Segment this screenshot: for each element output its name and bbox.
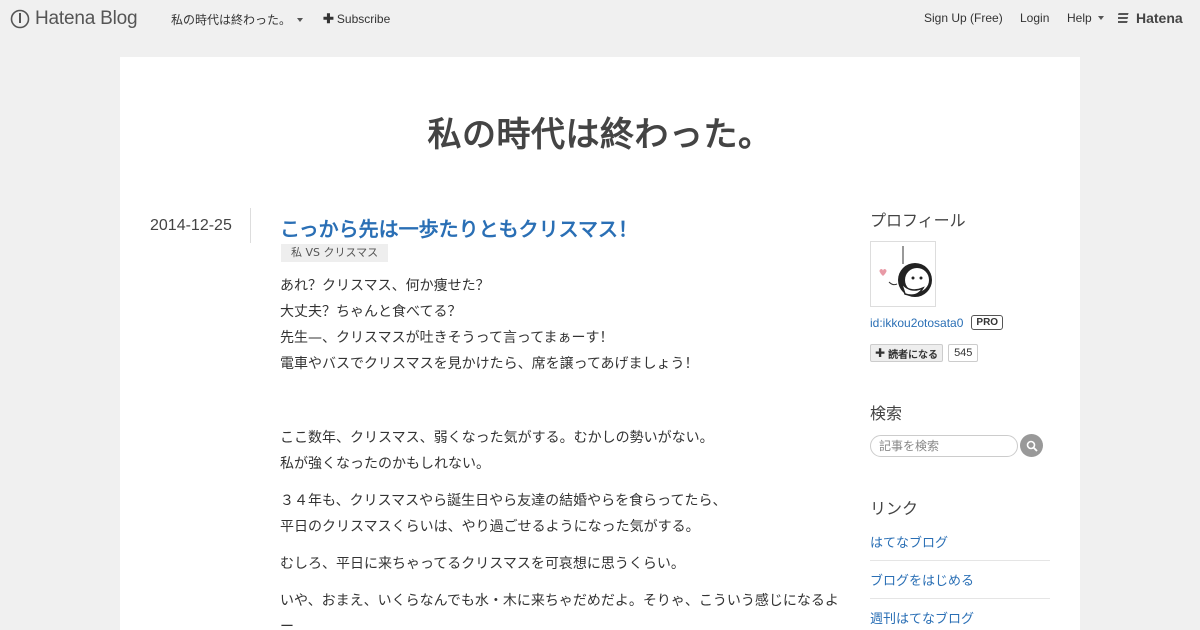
profile-id-link[interactable]: id:ikkou2otosata0 xyxy=(870,316,963,330)
entry-line: 平日のクリスマスくらいは、やり過ごせるようになった気がする。 xyxy=(280,519,700,535)
entry-line: 先生—、クリスマスが吐きそうって言ってまぁーす！ xyxy=(280,330,614,346)
entry-line: むしろ、平日に来ちゃってるクリスマスを可哀想に思うくらい。 xyxy=(280,556,685,572)
sidebar-link-start-blog[interactable]: ブログをはじめる xyxy=(870,561,1050,599)
plus-icon: ✚ xyxy=(875,346,886,360)
blog-name-label: 私の時代は終わった。 xyxy=(171,13,292,27)
follow-button[interactable]: ✚ 読者になる xyxy=(870,344,944,362)
blog-name-dropdown[interactable]: 私の時代は終わった。 xyxy=(171,11,304,28)
links-module: リンク はてなブログ ブログをはじめる 週刊はてなブログ xyxy=(870,495,1050,630)
search-title: 検索 xyxy=(870,404,903,423)
entry-title[interactable]: こっから先は一歩たりともクリスマス！ xyxy=(280,213,638,242)
category-tag[interactable]: 私 VS クリスマス xyxy=(281,244,389,262)
follower-count[interactable]: 545 xyxy=(948,344,979,362)
hatena-blog-logo-icon xyxy=(10,9,30,29)
entry-line: 私が強くなったのかもしれない。 xyxy=(280,456,490,472)
entry-line: 大丈夫？ちゃんと食べてる？ xyxy=(280,304,462,320)
sidebar-link-weekly[interactable]: 週刊はてなブログ xyxy=(870,599,1050,630)
profile-module: プロフィール id:ikkou2otosata0 PRO ✚ 読者になる 545 xyxy=(870,207,1050,362)
help-dropdown[interactable]: Help xyxy=(1067,11,1104,25)
global-header: Hatena Blog 私の時代は終わった。 ✚ Subscribe Sign … xyxy=(0,0,1200,36)
entry-line: ３４年も、クリスマスやら誕生日やら友達の結婚やらを食らってたら、 xyxy=(280,493,727,509)
entry-paragraph: ここ数年、クリスマス、弱くなった気がする。むかしの勢いがない。 私が強くなったの… xyxy=(280,425,845,477)
hatena-logo-text: Hatena xyxy=(1136,10,1183,26)
login-link[interactable]: Login xyxy=(1020,11,1049,25)
search-input[interactable] xyxy=(870,434,1018,457)
signup-link[interactable]: Sign Up (Free) xyxy=(924,11,1003,25)
entry-line: ー xyxy=(280,619,294,630)
plus-icon: ✚ xyxy=(323,11,334,26)
entry-paragraph: むしろ、平日に来ちゃってるクリスマスを可哀想に思うくらい。 xyxy=(280,551,845,577)
profile-title: プロフィール xyxy=(870,211,966,230)
hatena-blog-logo[interactable]: Hatena Blog xyxy=(10,8,138,30)
avatar-illustration xyxy=(879,246,932,297)
entry-paragraph: あれ？クリスマス、何か痩せた？ 大丈夫？ちゃんと食べてる？ 先生—、クリスマスが… xyxy=(280,273,845,377)
subscribe-label: Subscribe xyxy=(336,12,391,26)
follow-row: ✚ 読者になる 545 xyxy=(870,344,1050,362)
hatena-blog-logo-text: Hatena Blog xyxy=(35,8,138,29)
search-icon xyxy=(1026,440,1038,452)
entry-line: 電車やバスでクリスマスを見かけたら、席を譲ってあげましょう！ xyxy=(280,356,699,372)
search-module: 検索 xyxy=(870,400,1050,457)
links-title: リンク xyxy=(870,499,919,518)
profile-id-row: id:ikkou2otosata0 PRO xyxy=(870,315,1050,330)
sidebar-link-hatenablog[interactable]: はてなブログ xyxy=(870,523,1050,561)
hatena-logo[interactable]: Hatena xyxy=(1118,10,1183,26)
follow-label: 読者になる xyxy=(888,349,939,361)
chevron-down-icon xyxy=(1097,16,1104,20)
entry-line: あれ？クリスマス、何か痩せた？ xyxy=(280,278,490,294)
entry-line: ここ数年、クリスマス、弱くなった気がする。むかしの勢いがない。 xyxy=(280,430,714,446)
pro-badge: PRO xyxy=(971,315,1004,330)
entry-paragraph: いや、おまえ、いくらなんでも水・木に来ちゃだめだよ。そりゃ、こういう感じになるよ… xyxy=(280,588,845,630)
hatena-logo-icon xyxy=(1118,13,1129,23)
blog-container: 私の時代は終わった。 2014-12-25 こっから先は一歩たりともクリスマス！… xyxy=(120,57,1080,630)
help-label: Help xyxy=(1067,11,1092,25)
entry-paragraph: ３４年も、クリスマスやら誕生日やら友達の結婚やらを食らってたら、 平日のクリスマ… xyxy=(280,488,845,540)
search-row xyxy=(870,434,1050,457)
sidebar: プロフィール id:ikkou2otosata0 PRO ✚ 読者になる 545… xyxy=(870,207,1050,630)
blog-title[interactable]: 私の時代は終わった。 xyxy=(120,107,1080,156)
date-divider xyxy=(250,208,251,243)
avatar[interactable] xyxy=(870,241,936,307)
search-button[interactable] xyxy=(1020,434,1043,457)
chevron-down-icon xyxy=(297,17,304,22)
entry-body: あれ？クリスマス、何か痩せた？ 大丈夫？ちゃんと食べてる？ 先生—、クリスマスが… xyxy=(280,273,845,630)
subscribe-button[interactable]: ✚ Subscribe xyxy=(323,11,390,27)
entry-date[interactable]: 2014-12-25 xyxy=(150,217,232,235)
entry-line: いや、おまえ、いくらなんでも水・木に来ちゃだめだよ。そりゃ、こういう感じになるよ xyxy=(280,593,839,609)
